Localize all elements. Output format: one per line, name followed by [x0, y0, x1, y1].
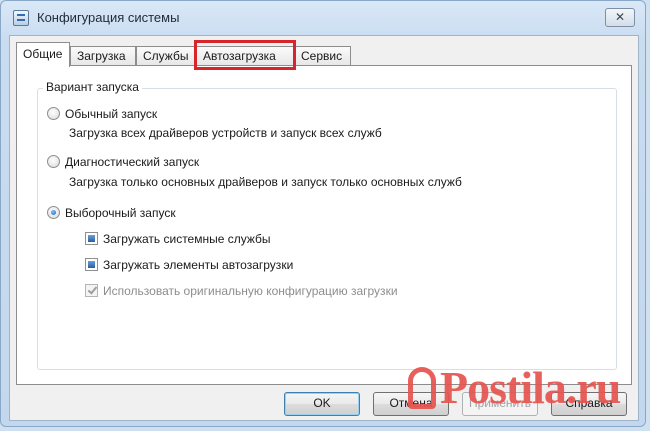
use-original-boot-config-label: Использовать оригинальную конфигурацию з…	[103, 284, 398, 298]
msconfig-app-icon	[13, 10, 29, 26]
cancel-button[interactable]: Отмена	[373, 392, 449, 416]
load-startup-items-label[interactable]: Загружать элементы автозагрузки	[103, 257, 293, 273]
tab-tools[interactable]: Сервис	[294, 46, 351, 66]
use-original-boot-config-checkbox	[85, 284, 98, 297]
selective-startup-radio[interactable]	[47, 206, 60, 219]
close-button[interactable]: ✕	[605, 8, 635, 27]
ok-button[interactable]: OK	[284, 392, 360, 416]
tab-startup[interactable]: Автозагрузка	[196, 46, 294, 66]
normal-startup-description: Загрузка всех драйверов устройств и запу…	[69, 126, 382, 140]
load-system-services-label[interactable]: Загружать системные службы	[103, 231, 271, 247]
help-button[interactable]: Справка	[551, 392, 627, 416]
load-startup-items-checkbox[interactable]	[85, 258, 98, 271]
normal-startup-label[interactable]: Обычный запуск	[65, 106, 157, 122]
selective-startup-label[interactable]: Выборочный запуск	[65, 205, 176, 221]
startup-group-label: Вариант запуска	[43, 80, 142, 94]
diagnostic-startup-radio[interactable]	[47, 155, 60, 168]
window-title: Конфигурация системы	[37, 10, 180, 25]
load-system-services-checkbox[interactable]	[85, 232, 98, 245]
system-configuration-window: Конфигурация системы ✕ Общие Загрузка Сл…	[0, 0, 646, 427]
tab-services[interactable]: Службы	[136, 46, 196, 66]
normal-startup-radio[interactable]	[47, 107, 60, 120]
dialog-body: Общие Загрузка Службы Автозагрузка Серви…	[9, 35, 639, 421]
general-tab-panel: Вариант запуска Обычный запуск Загрузка …	[16, 65, 632, 385]
tab-boot[interactable]: Загрузка	[70, 46, 136, 66]
tab-general[interactable]: Общие	[16, 42, 70, 67]
title-bar[interactable]: Конфигурация системы ✕	[1, 1, 645, 35]
diagnostic-startup-description: Загрузка только основных драйверов и зап…	[69, 175, 462, 189]
diagnostic-startup-label[interactable]: Диагностический запуск	[65, 154, 199, 170]
apply-button: Применить	[462, 392, 538, 416]
